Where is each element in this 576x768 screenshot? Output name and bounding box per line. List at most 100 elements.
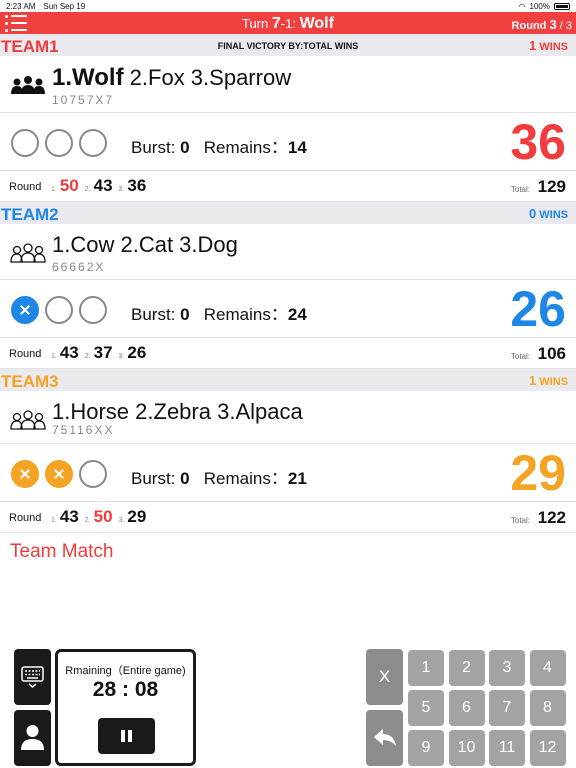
- status-time: 2:23 AM: [6, 1, 36, 11]
- burst-circle-1: [11, 296, 39, 324]
- round-index: 1.: [51, 186, 57, 193]
- total-score: 122: [537, 508, 566, 527]
- round-score: 37: [93, 343, 113, 362]
- round-score: 50: [59, 176, 79, 195]
- member-names: 1.Cow 2.Cat 3.Dog: [52, 232, 238, 257]
- clear-key[interactable]: X: [366, 649, 403, 705]
- keypad-key-6[interactable]: 6: [448, 690, 485, 726]
- team-name: TEAM3: [1, 372, 59, 391]
- total-label: Total:: [510, 516, 530, 525]
- keypad-key-4[interactable]: 4: [529, 650, 566, 686]
- round-index: 3.: [118, 517, 125, 524]
- keypad-key-3[interactable]: 3: [489, 650, 525, 686]
- keypad-key-1[interactable]: 1: [408, 650, 444, 686]
- keypad-key-8[interactable]: 8: [529, 690, 566, 726]
- total-score: 106: [537, 344, 566, 363]
- burst-indicators: [11, 296, 107, 324]
- status-date: Sun Sep 19: [43, 1, 86, 11]
- team-wins: 0 WINS: [528, 206, 568, 221]
- game-timer: Rmaining（Entire game) 28 : 08: [55, 649, 196, 766]
- keypad-key-11[interactable]: 11: [489, 730, 525, 766]
- total-score: 129: [537, 177, 566, 196]
- member-names: 1.Wolf 2.Fox 3.Sparrow: [52, 64, 292, 91]
- team-wins: 1 WINS: [528, 38, 568, 53]
- round-score: 36: [127, 176, 147, 195]
- burst-circle-1: [11, 460, 39, 488]
- undo-button[interactable]: [366, 710, 403, 766]
- undo-arrow-icon: [374, 729, 396, 746]
- status-bar: 2:23 AM Sun Sep 19 ◠ 100%: [0, 0, 576, 12]
- round-values: 1. 43 2. 37 3. 26: [48, 343, 149, 363]
- battery-icon: [554, 2, 570, 10]
- burst-indicators: [11, 460, 107, 488]
- timer-label: Rmaining（Entire game): [65, 665, 186, 677]
- round-score: 50: [93, 507, 113, 526]
- throw-order: 66662X: [52, 260, 106, 274]
- game-mode-label: Team Match: [10, 541, 114, 562]
- keypad-key-12[interactable]: 12: [529, 730, 566, 766]
- round-scores: Round 1. 43 2. 37 3. 26 Total: 106: [0, 339, 576, 369]
- current-score: 36: [510, 114, 566, 170]
- round-values: 1. 50 2. 43 3. 36: [48, 176, 149, 196]
- burst-circle-2: [45, 129, 73, 157]
- team-members[interactable]: 1.Wolf 2.Fox 3.Sparrow 10757X7: [0, 56, 576, 113]
- people-icon: [9, 409, 47, 431]
- burst-circle-3: [79, 460, 107, 488]
- keyboard-button[interactable]: [14, 649, 51, 705]
- round-label: Round: [9, 181, 42, 193]
- turn-bar: Turn 7-1: Wolf Round 3 / 3: [0, 12, 576, 34]
- throw-order: 75116XX: [52, 423, 115, 437]
- burst-circle-2: [45, 460, 73, 488]
- current-score: 29: [510, 445, 566, 501]
- burst-remains: Burst: 0 Remains：21: [131, 469, 307, 488]
- team-wins: 1 WINS: [528, 373, 568, 388]
- keypad-key-5[interactable]: 5: [408, 690, 444, 726]
- keypad-key-2[interactable]: 2: [448, 650, 485, 686]
- burst-circle-3: [79, 129, 107, 157]
- person-icon: [21, 725, 44, 750]
- people-icon: [9, 74, 47, 96]
- round-index: 2.: [84, 353, 91, 360]
- burst-indicators: [11, 129, 107, 157]
- team-members[interactable]: 1.Cow 2.Cat 3.Dog 66662X: [0, 224, 576, 280]
- timer-value: 28 : 08: [92, 678, 159, 701]
- final-victory-rule: FINAL VICTORY BY:TOTAL WINS: [217, 41, 359, 51]
- keypad-key-9[interactable]: 9: [408, 730, 444, 766]
- round-score: 43: [93, 176, 113, 195]
- burst-circle-1: [11, 129, 39, 157]
- round-score: 43: [59, 507, 79, 526]
- round-label: Round: [9, 512, 42, 524]
- team-name: TEAM2: [1, 205, 59, 224]
- keypad-key-7[interactable]: 7: [489, 690, 525, 726]
- current-score: 26: [510, 281, 566, 337]
- burst-circle-3: [79, 296, 107, 324]
- turn-title: Turn 7-1: Wolf: [242, 15, 334, 32]
- burst-circle-2: [45, 296, 73, 324]
- round-score: 29: [127, 507, 147, 526]
- burst-remains: Burst: 0 Remains：14: [131, 138, 307, 157]
- round-index: 2.: [84, 517, 91, 524]
- keypad-key-10[interactable]: 10: [448, 730, 485, 766]
- score-row: Burst: 0 Remains：14 36: [0, 113, 576, 171]
- pause-button[interactable]: [98, 718, 155, 754]
- member-names: 1.Horse 2.Zebra 3.Alpaca: [52, 399, 303, 424]
- score-row: Burst: 0 Remains：24 26: [0, 280, 576, 338]
- round-scores: Round 1. 50 2. 43 3. 36 Total: 129: [0, 172, 576, 202]
- current-player: Wolf: [299, 15, 334, 32]
- round-scores: Round 1. 43 2. 50 3. 29 Total: 122: [0, 503, 576, 533]
- team-members[interactable]: 1.Horse 2.Zebra 3.Alpaca 75116XX: [0, 391, 576, 444]
- player-button[interactable]: [14, 710, 51, 766]
- score-row: Burst: 0 Remains：21 29: [0, 444, 576, 502]
- keyboard-icon: [21, 666, 44, 688]
- team-header: TEAM3 1 WINS: [0, 369, 576, 391]
- burst-remains: Burst: 0 Remains：24: [131, 305, 307, 324]
- round-index: 2.: [84, 186, 91, 193]
- round-score: 43: [59, 343, 79, 362]
- team-header: TEAM2 0 WINS: [0, 202, 576, 224]
- team-header: TEAM1 FINAL VICTORY BY:TOTAL WINS 1 WINS: [0, 34, 576, 56]
- battery-percent: 100%: [529, 1, 550, 11]
- round-indicator: Round 3 / 3: [511, 17, 572, 32]
- round-score: 26: [127, 343, 147, 362]
- round-values: 1. 43 2. 50 3. 29: [48, 507, 149, 527]
- wifi-icon: ◠: [518, 1, 526, 11]
